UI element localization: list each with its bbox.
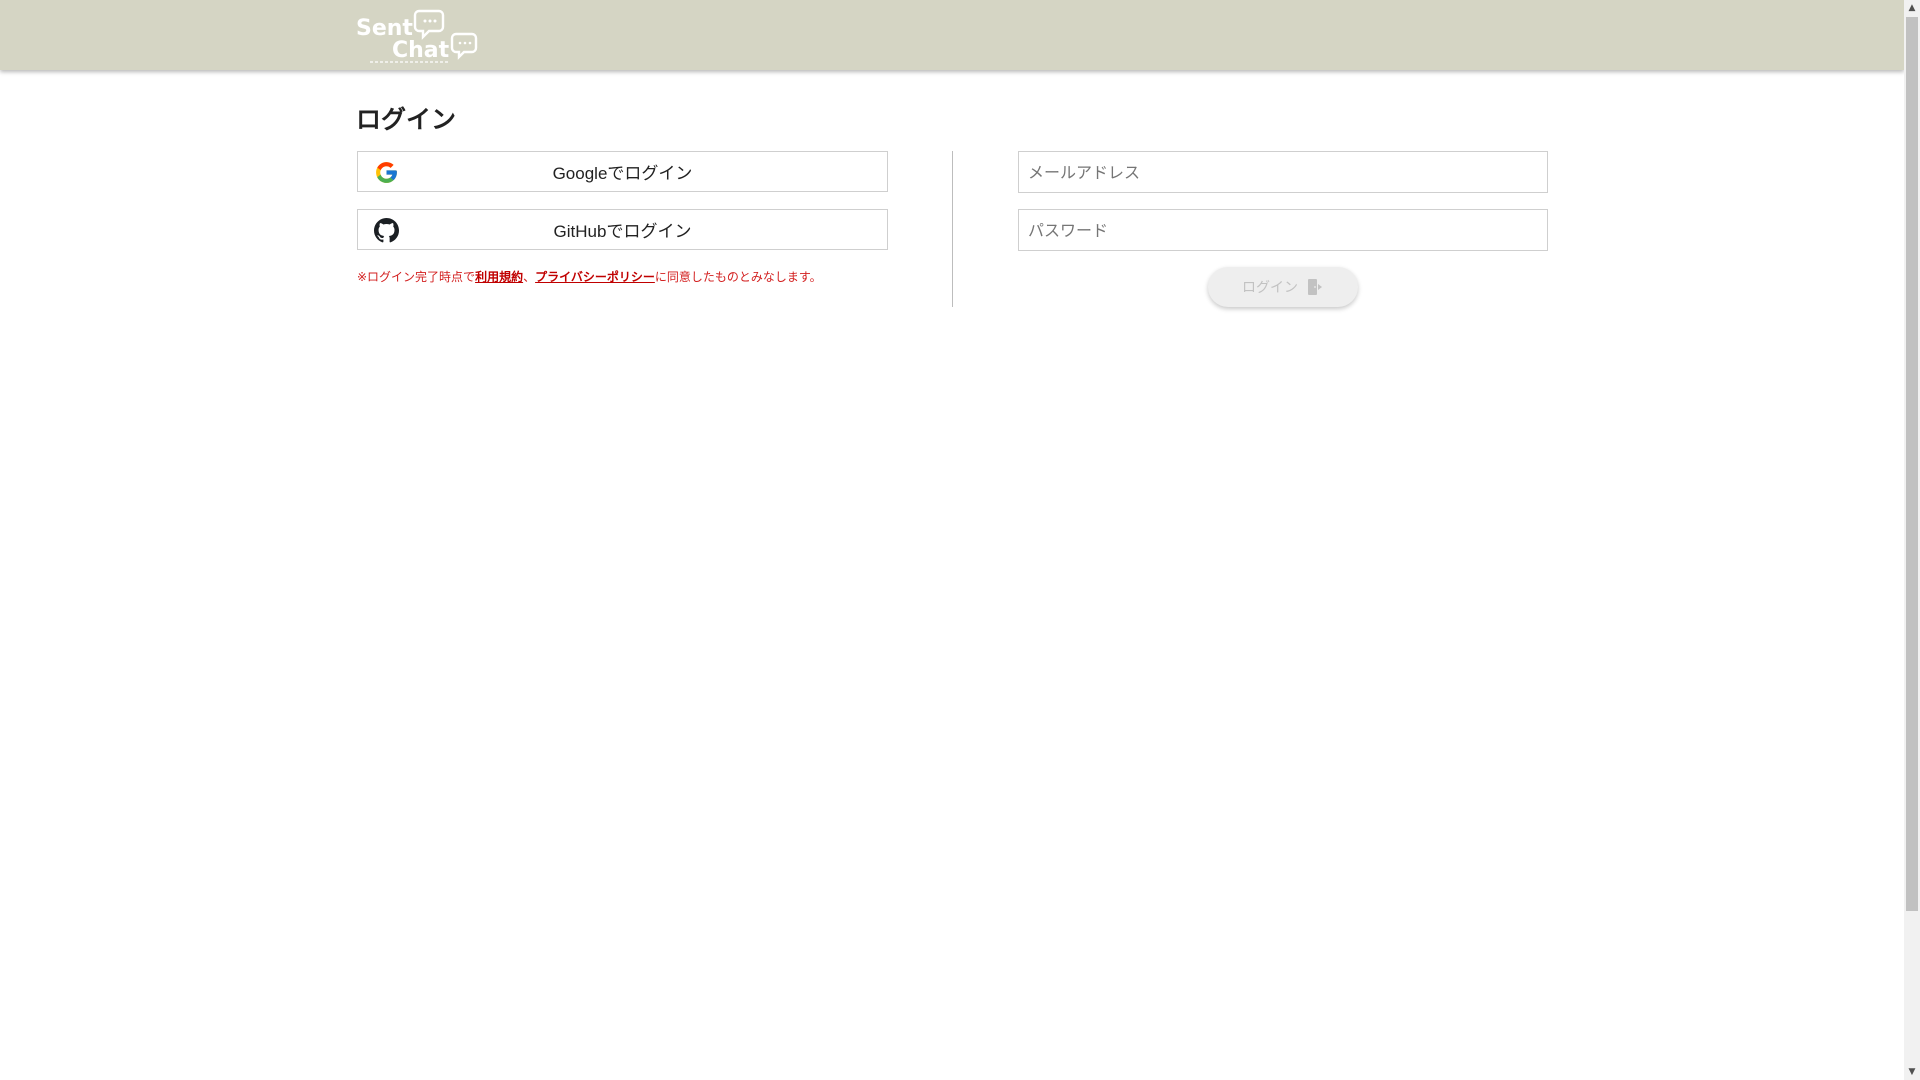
privacy-policy-link[interactable]: プライバシーポリシー bbox=[535, 270, 655, 284]
password-field[interactable] bbox=[1018, 209, 1548, 251]
github-login-button[interactable]: GitHubでログイン bbox=[357, 209, 888, 250]
top-header: Sent Chat bbox=[0, 0, 1904, 70]
site-logo[interactable]: Sent Chat bbox=[356, 7, 480, 65]
page: Sent Chat ログイン Googleでログイン GitHubでログイン ※… bbox=[0, 0, 1920, 1080]
notice-suffix: に同意したものとみなします。 bbox=[654, 270, 822, 284]
google-login-label: Googleでログイン bbox=[552, 164, 693, 183]
page-title: ログイン bbox=[356, 105, 457, 134]
github-login-label: GitHubでログイン bbox=[553, 222, 692, 241]
vertical-scrollbar[interactable]: ▲ ▼ bbox=[1904, 0, 1920, 1080]
google-login-button[interactable]: Googleでログイン bbox=[357, 151, 888, 192]
scroll-thumb[interactable] bbox=[1906, 17, 1918, 911]
login-submit-button[interactable]: ログイン bbox=[1208, 267, 1358, 307]
consent-notice: ※ログイン完了時点で利用規約、プライバシーポリシーに同意したものとみなします。 bbox=[357, 268, 822, 285]
scroll-up-arrow-icon[interactable]: ▲ bbox=[1904, 0, 1920, 16]
scroll-down-arrow-icon[interactable]: ▼ bbox=[1904, 1064, 1920, 1080]
logo-line-2: Chat bbox=[392, 38, 450, 63]
login-submit-label: ログイン bbox=[1242, 280, 1298, 296]
email-field[interactable] bbox=[1018, 151, 1548, 193]
terms-link[interactable]: 利用規約 bbox=[475, 270, 523, 284]
google-icon bbox=[374, 160, 399, 185]
notice-prefix: ※ログイン完了時点で bbox=[357, 270, 476, 284]
login-door-icon bbox=[1306, 278, 1324, 296]
vertical-divider bbox=[952, 151, 953, 307]
github-icon bbox=[374, 218, 399, 243]
notice-separator: 、 bbox=[523, 270, 536, 284]
